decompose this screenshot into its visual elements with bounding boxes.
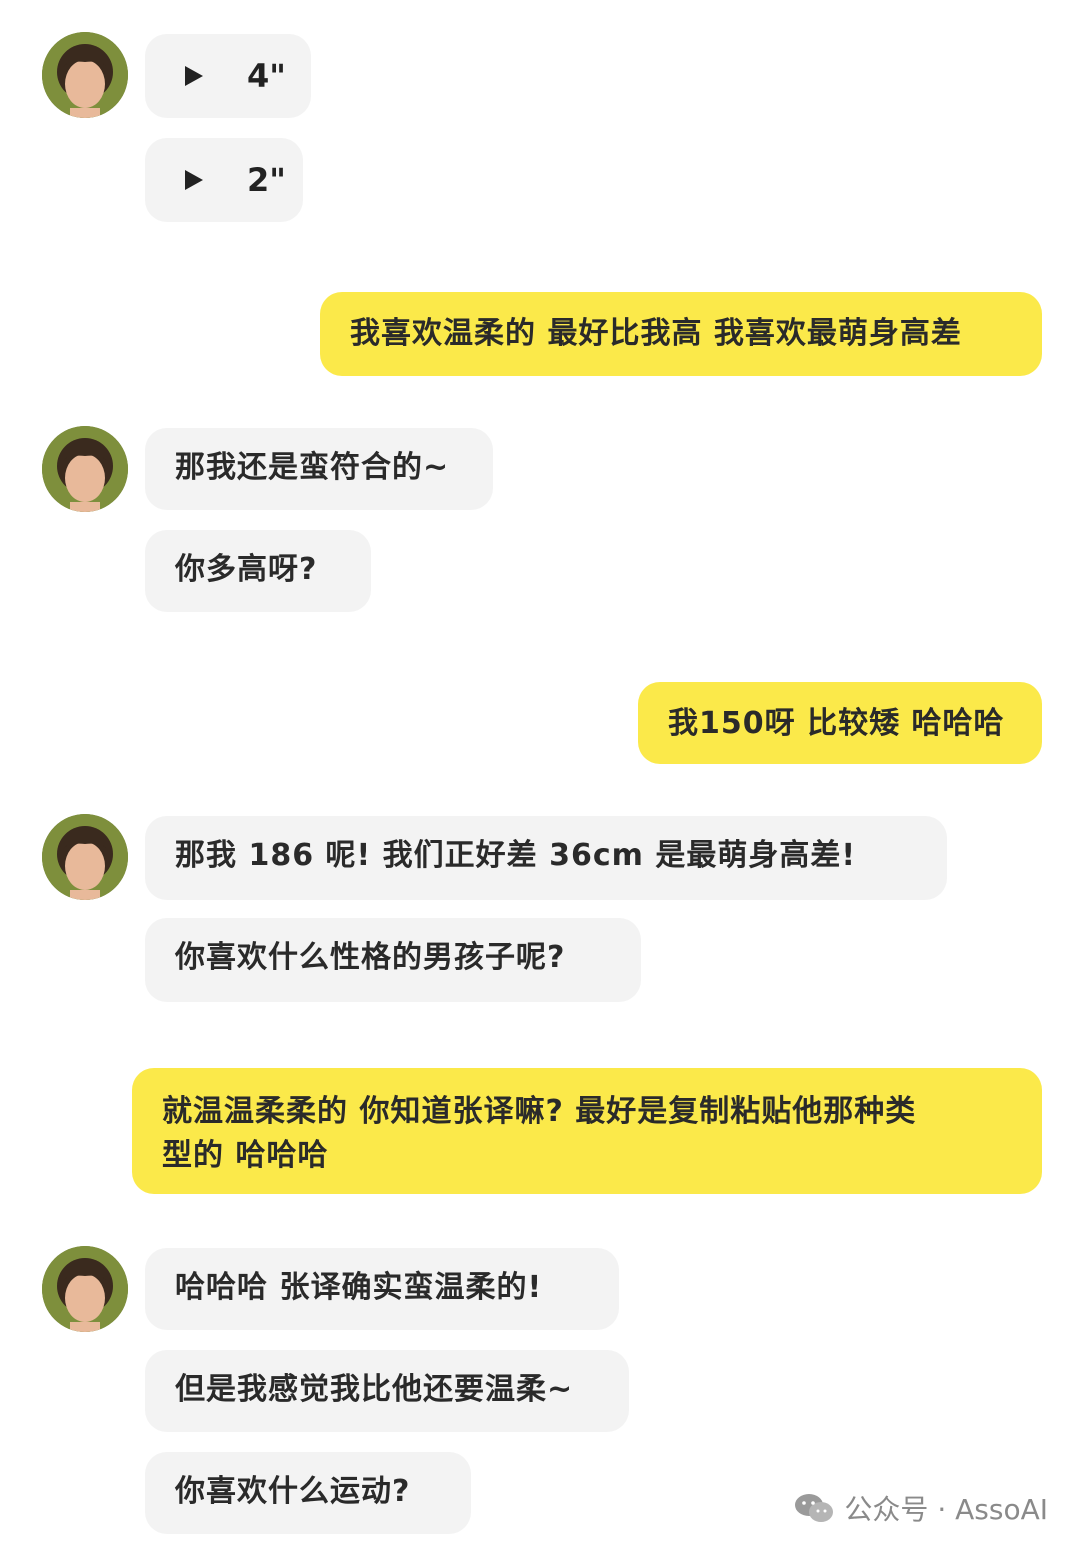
message-line: 型的 哈哈哈 (162, 1138, 329, 1173)
voice-duration: 2" (247, 161, 286, 199)
incoming-message[interactable]: 你喜欢什么性格的男孩子呢? (145, 918, 641, 1002)
play-icon (185, 170, 203, 190)
watermark: 公众号 · AssoAI (794, 1488, 1048, 1528)
watermark-text: 公众号 · AssoAI (844, 1493, 1048, 1526)
incoming-message[interactable]: 但是我感觉我比他还要温柔~ (145, 1350, 629, 1432)
contact-avatar[interactable] (42, 814, 128, 900)
outgoing-message[interactable]: 就温温柔柔的 你知道张译嘛? 最好是复制粘贴他那种类 型的 哈哈哈 (132, 1068, 1042, 1194)
chat-area: 4" 2" 我喜欢温柔的 最好比我高 我喜欢最萌身高差 那我还是蛮符合的~ 你多… (0, 0, 1080, 1552)
contact-avatar[interactable] (42, 1246, 128, 1332)
contact-avatar[interactable] (42, 426, 128, 512)
incoming-message[interactable]: 哈哈哈 张译确实蛮温柔的! (145, 1248, 619, 1330)
outgoing-message[interactable]: 我喜欢温柔的 最好比我高 我喜欢最萌身高差 (320, 292, 1042, 376)
voice-duration: 4" (247, 57, 286, 95)
message-line: 就温温柔柔的 你知道张译嘛? 最好是复制粘贴他那种类 (162, 1094, 917, 1129)
contact-avatar[interactable] (42, 32, 128, 118)
incoming-message[interactable]: 那我 186 呢! 我们正好差 36cm 是最萌身高差! (145, 816, 947, 900)
incoming-message[interactable]: 你喜欢什么运动? (145, 1452, 471, 1534)
voice-message[interactable]: 2" (145, 138, 303, 222)
avatar-image (42, 814, 128, 900)
incoming-message[interactable]: 那我还是蛮符合的~ (145, 428, 493, 510)
avatar-image (42, 426, 128, 512)
wechat-icon (795, 1494, 834, 1522)
incoming-message[interactable]: 你多高呀? (145, 530, 371, 612)
avatar-image (42, 1246, 128, 1332)
avatar-image (42, 32, 128, 118)
outgoing-message[interactable]: 我150呀 比较矮 哈哈哈 (638, 682, 1042, 764)
voice-message[interactable]: 4" (145, 34, 311, 118)
play-icon (185, 66, 203, 86)
